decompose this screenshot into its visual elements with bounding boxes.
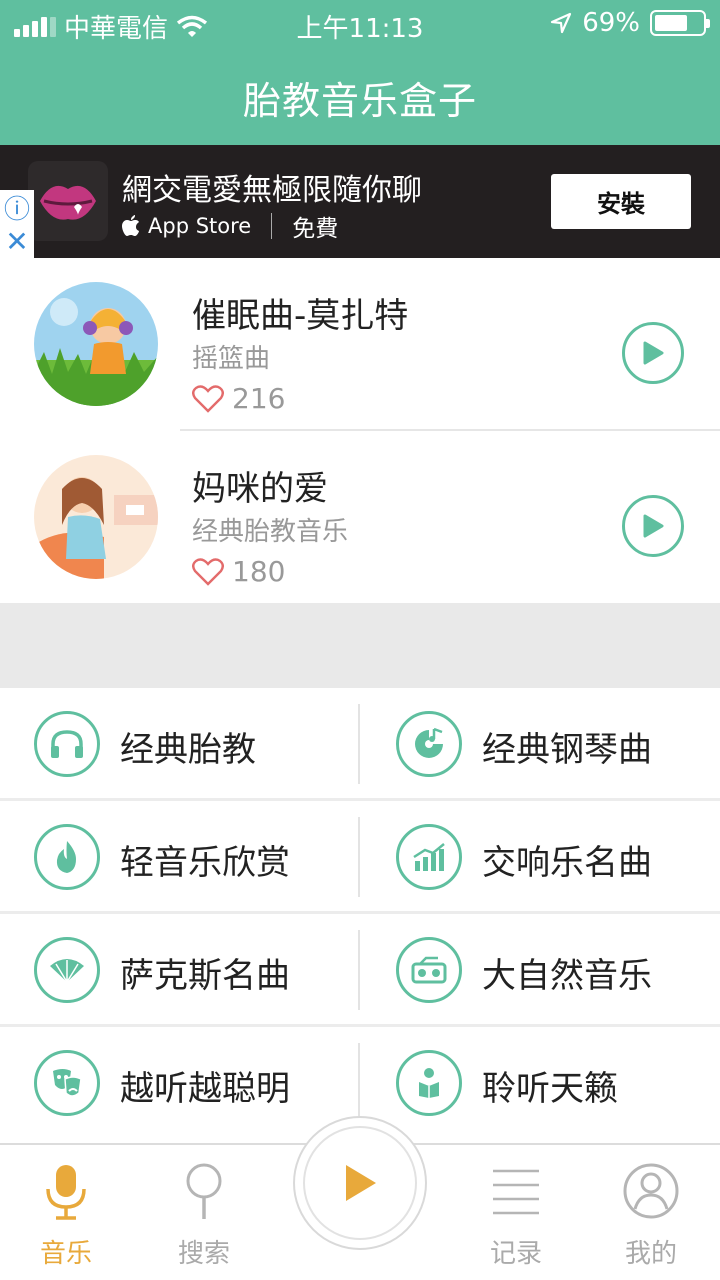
heart-icon[interactable] [192,557,224,586]
app-title: 胎教音乐盒子 [242,79,477,123]
fan-icon [34,937,100,1003]
play-button[interactable] [622,322,684,384]
song-title: 催眠曲-莫扎特 [192,296,409,336]
tab-profile[interactable]: 我的 [601,1163,701,1270]
apple-icon [122,215,139,236]
tab-search[interactable]: 搜索 [154,1163,254,1270]
tab-label: 音乐 [39,1239,92,1269]
tab-label: 记录 [489,1239,542,1269]
song-cover-image [34,282,158,406]
battery-icon [650,10,710,36]
theater-masks-icon [34,1050,100,1116]
category-smarter-listening[interactable]: 越听越聪明 [0,1027,360,1139]
song-title: 妈咪的爱 [192,469,328,509]
flame-icon [34,824,100,890]
list-icon [466,1163,566,1221]
category-label: 聆听天籁 [482,1069,618,1109]
ad-close-icon[interactable]: ✕ [0,224,34,258]
category-saxophone[interactable]: 萨克斯名曲 [0,914,360,1026]
category-label: 经典钢琴曲 [482,730,652,770]
ad-info-icon[interactable]: ⓘ [0,190,34,225]
song-subtitle: 摇篮曲 [192,344,271,374]
tab-music[interactable]: 音乐 [16,1163,116,1270]
song-subtitle: 经典胎教音乐 [192,517,349,547]
headphones-icon [34,711,100,777]
category-light-music[interactable]: 轻音乐欣赏 [0,801,360,913]
column-divider [358,704,360,784]
ad-title: 網交電愛無極限隨你聊 [122,173,422,208]
column-divider [358,1043,360,1123]
category-nature-music[interactable]: 大自然音乐 [362,914,720,1026]
category-label: 经典胎教 [120,730,256,770]
lips-icon [40,185,96,220]
location-arrow-icon [551,12,572,34]
radio-icon [396,937,462,1003]
status-bar: 中華電信 上午11:13 69% [0,0,720,48]
microphone-icon [16,1163,116,1221]
reading-person-icon [396,1050,462,1116]
app-header: 中華電信 上午11:13 69% 胎教音乐盒子 [0,0,720,145]
song-cover-image [34,455,158,579]
category-label: 萨克斯名曲 [120,956,290,996]
ad-install-button[interactable]: 安裝 [551,174,691,229]
ad-store-line: App Store 免費 [122,209,338,243]
category-heavenly-sounds[interactable]: 聆听天籁 [362,1027,720,1139]
heart-icon[interactable] [192,384,224,413]
ad-banner[interactable]: 網交電愛無極限隨你聊 App Store 免費 安裝 ⓘ ✕ [0,145,720,258]
tab-history[interactable]: 记录 [466,1163,566,1270]
likes-count: 180 [232,555,286,588]
category-grid: 经典胎教 经典钢琴曲 轻音乐欣赏 交响乐名曲 萨克斯名曲 大自然音乐 越听越聪明… [0,688,720,1138]
category-label: 越听越聪明 [120,1069,290,1109]
category-label: 轻音乐欣赏 [120,843,290,883]
song-likes: 216 [192,382,285,415]
column-divider [358,930,360,1010]
bar-chart-icon [396,824,462,890]
category-symphony[interactable]: 交响乐名曲 [362,801,720,913]
category-classic-prenatal[interactable]: 经典胎教 [0,688,360,800]
category-label: 大自然音乐 [482,956,652,996]
tab-label: 搜索 [177,1239,230,1269]
section-gap [0,603,720,688]
now-playing-button[interactable] [293,1116,427,1250]
song-item[interactable]: 妈咪的爱 经典胎教音乐 180 [0,431,720,603]
play-icon [643,341,664,365]
song-list: 催眠曲-莫扎特 摇篮曲 216 妈咪的爱 经典胎教音乐 180 [0,258,720,603]
ad-price: 免費 [292,216,339,242]
tab-label: 我的 [624,1239,677,1269]
play-icon [346,1165,376,1201]
song-item[interactable]: 催眠曲-莫扎特 摇篮曲 216 [0,258,720,430]
category-label: 交响乐名曲 [482,843,652,883]
search-icon [154,1163,254,1221]
play-icon [643,514,664,538]
category-classic-piano[interactable]: 经典钢琴曲 [362,688,720,800]
ad-divider [271,213,273,239]
ad-store-name: App Store [148,214,252,238]
song-likes: 180 [192,555,285,588]
music-disc-icon [396,711,462,777]
battery-percent: 69% [582,8,640,38]
likes-count: 216 [232,382,286,415]
ad-app-logo[interactable] [28,161,108,241]
column-divider [358,817,360,897]
play-button[interactable] [622,495,684,557]
user-icon [601,1163,701,1221]
